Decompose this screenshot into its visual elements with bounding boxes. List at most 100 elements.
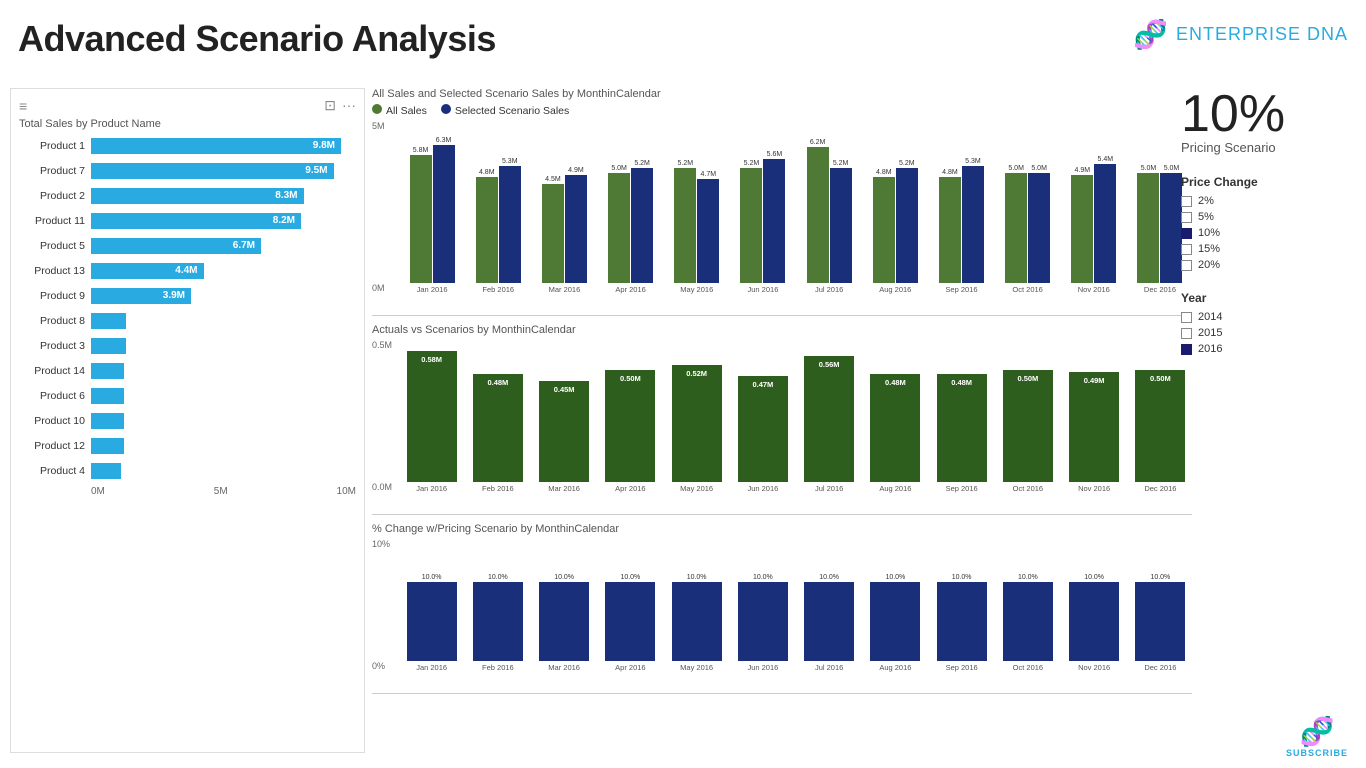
green-val: 5.2M (677, 160, 693, 167)
chart3-section: % Change w/Pricing Scenario by MonthinCa… (372, 523, 1192, 694)
green-col: 5.2M (740, 160, 762, 283)
month-group: 10.0%Feb 2016 (466, 574, 529, 672)
month-label: May 2016 (680, 484, 713, 493)
month-label: Apr 2016 (615, 484, 645, 493)
price-checkbox[interactable] (1181, 196, 1192, 207)
bar-label: Product 1 (19, 140, 91, 152)
year-title: Year (1181, 291, 1356, 305)
blue-bar (962, 166, 984, 283)
year-checkbox[interactable] (1181, 344, 1192, 355)
green-bar (1005, 173, 1027, 283)
month-label: Mar 2016 (549, 285, 581, 294)
bar-track: 8.2M (91, 213, 356, 229)
expand-icon[interactable]: ⊡ (324, 97, 336, 114)
chart2-section: Actuals vs Scenarios by MonthinCalendar … (372, 324, 1192, 515)
bar-inside-label: 0.48M (870, 378, 920, 387)
year-options: 2014 2015 2016 (1181, 311, 1356, 355)
year-option[interactable]: 2015 (1181, 327, 1356, 339)
bar-fill: 9.5M (91, 163, 334, 179)
green-bar (674, 168, 696, 283)
panel-icons[interactable]: ⊡ ··· (324, 97, 356, 114)
month-label: May 2016 (680, 663, 713, 672)
price-option[interactable]: 10% (1181, 227, 1356, 239)
bar-rect: 0.50M (1003, 370, 1053, 482)
bar-track (91, 338, 356, 354)
month-group: 0.52MMay 2016 (665, 365, 728, 493)
green-col: 4.8M (476, 169, 498, 283)
month-group: 0.50MApr 2016 (599, 370, 662, 493)
price-option[interactable]: 15% (1181, 243, 1356, 255)
bar-div: 10.0% (738, 574, 788, 661)
price-option[interactable]: 5% (1181, 211, 1356, 223)
green-val: 5.0M (611, 165, 627, 172)
bar-value: 8.2M (273, 213, 295, 229)
month-group: 5.0M5.2MApr 2016 (599, 160, 663, 294)
month-group: 5.0M5.0MOct 2016 (996, 165, 1060, 294)
green-col: 4.8M (873, 169, 895, 283)
year-checkbox[interactable] (1181, 328, 1192, 339)
bar-row: Product 8 (19, 311, 356, 331)
blue-val: 5.3M (502, 158, 518, 165)
bar-label: Product 2 (19, 190, 91, 202)
bar-label: Product 9 (19, 290, 91, 302)
blue-val: 5.2M (899, 160, 915, 167)
price-checkbox[interactable] (1181, 228, 1192, 239)
bar-div: 0.56M (804, 356, 854, 482)
left-chart-title: Total Sales by Product Name (19, 118, 356, 130)
year-option[interactable]: 2016 (1181, 343, 1356, 355)
year-checkbox[interactable] (1181, 312, 1192, 323)
month-group: 0.56M Jul 2016 (798, 356, 861, 493)
month-bars: 5.0M5.2M (599, 160, 663, 283)
bar-rect: 0.48M (473, 374, 523, 482)
bar-inside-label: 0.56M (804, 360, 854, 369)
pricing-label: Pricing Scenario (1181, 140, 1356, 155)
chart1-container: 5M0M5.8M6.3MJan 20164.8M5.3MFeb 20164.5M… (372, 121, 1192, 316)
month-label: Dec 2016 (1144, 285, 1176, 294)
price-checkbox[interactable] (1181, 212, 1192, 223)
more-icon[interactable]: ··· (342, 97, 356, 114)
blue-val: 4.9M (568, 167, 584, 174)
month-label: Oct 2016 (1013, 484, 1043, 493)
bar-val-label: 10.0% (687, 574, 707, 581)
month-group: 0.50MDec 2016 (1129, 370, 1192, 493)
bar-track: 9.8M (91, 138, 356, 154)
bar-row: Product 19.8M (19, 136, 356, 156)
blue-col: 5.2M (896, 160, 918, 283)
blue-bar (830, 168, 852, 283)
year-option[interactable]: 2014 (1181, 311, 1356, 323)
month-label: Jan 2016 (416, 663, 447, 672)
bar-value: 8.3M (275, 188, 297, 204)
bar-rect: 0.47M (738, 376, 788, 482)
price-option[interactable]: 2% (1181, 195, 1356, 207)
month-label: Jan 2016 (416, 484, 447, 493)
logo-bold: ENTERPRISE (1176, 24, 1301, 44)
bar-track (91, 388, 356, 404)
blue-val: 5.4M (1098, 156, 1114, 163)
month-label: Jul 2016 (815, 484, 843, 493)
price-change-title: Price Change (1181, 175, 1356, 189)
bar-row: Product 3 (19, 336, 356, 356)
bar-val-label: 10.0% (554, 574, 574, 581)
price-option-label: 2% (1198, 195, 1214, 207)
month-group: 0.47MJun 2016 (731, 376, 794, 493)
axis-label: 0M (91, 486, 105, 497)
blue-col: 5.2M (830, 160, 852, 283)
bar-row: Product 12 (19, 436, 356, 456)
blue-bar (499, 166, 521, 283)
price-checkbox[interactable] (1181, 244, 1192, 255)
bar-rect: 0.56M (804, 356, 854, 482)
green-val: 4.5M (545, 176, 561, 183)
price-checkbox[interactable] (1181, 260, 1192, 271)
month-bars: 4.5M 4.9M (532, 167, 596, 283)
chart1-section: All Sales and Selected Scenario Sales by… (372, 88, 1192, 316)
green-bar (1137, 173, 1159, 283)
bar-div: 10.0% (407, 574, 457, 661)
left-panel: ≡ ⊡ ··· Total Sales by Product Name Prod… (10, 88, 365, 753)
bar-value: 9.5M (305, 163, 327, 179)
bar-div: 0.49M (1069, 372, 1119, 482)
bar-rect (870, 582, 920, 661)
price-option[interactable]: 20% (1181, 259, 1356, 271)
green-val: 4.8M (942, 169, 958, 176)
bar-rect: 0.48M (870, 374, 920, 482)
year-option-label: 2015 (1198, 327, 1222, 339)
